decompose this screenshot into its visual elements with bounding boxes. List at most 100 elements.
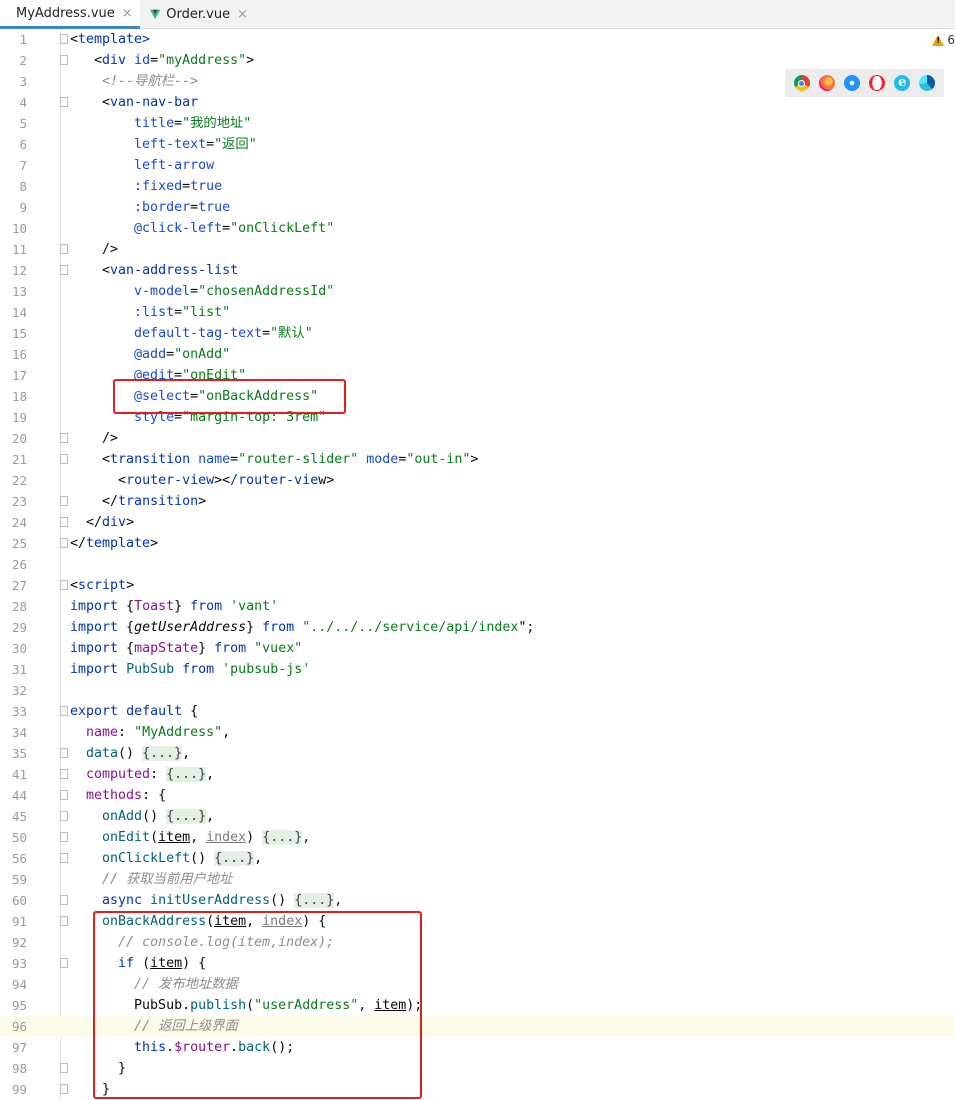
code-text: <!--导航栏--> bbox=[102, 74, 198, 89]
close-tab-icon[interactable]: × bbox=[237, 7, 248, 22]
fold-toggle-icon[interactable] bbox=[60, 706, 68, 716]
fold-toggle-icon[interactable] bbox=[60, 1084, 68, 1094]
code-text: onEdit(item, index) {...}, bbox=[102, 830, 311, 845]
code-line[interactable]: 24 </div> bbox=[0, 512, 955, 533]
tab-myaddress-vue[interactable]: MyAddress.vue × bbox=[0, 0, 140, 29]
code-line[interactable]: 45 onAdd() {...}, bbox=[0, 806, 955, 827]
fold-toggle-icon[interactable] bbox=[60, 895, 68, 905]
code-text: methods: { bbox=[86, 788, 167, 803]
line-number: 35 bbox=[11, 746, 27, 761]
code-line[interactable]: 8 :fixed=true bbox=[0, 176, 955, 197]
tab-label: Order.vue bbox=[166, 7, 231, 22]
close-tab-icon[interactable]: × bbox=[122, 6, 133, 21]
code-line[interactable]: 2 <div id="myAddress"> bbox=[0, 50, 955, 71]
fold-toggle-icon[interactable] bbox=[60, 769, 68, 779]
code-line[interactable]: 22 <router-view></router-view> bbox=[0, 470, 955, 491]
code-line[interactable]: 29 import {getUserAddress} from "../../..… bbox=[0, 617, 955, 638]
fold-toggle-icon[interactable] bbox=[60, 97, 68, 107]
code-text: left-arrow bbox=[134, 158, 215, 173]
code-line[interactable]: 1 <template> bbox=[0, 29, 955, 50]
code-line[interactable]: 60 async initUserAddress() {...}, bbox=[0, 890, 955, 911]
chrome-icon[interactable] bbox=[793, 75, 810, 91]
code-line[interactable]: 41 computed: {...}, bbox=[0, 764, 955, 785]
line-number: 91 bbox=[11, 914, 27, 929]
code-line[interactable]: 27 <script> bbox=[0, 575, 955, 596]
fold-toggle-icon[interactable] bbox=[60, 496, 68, 506]
highlight-box-select-event bbox=[113, 379, 346, 414]
code-line[interactable]: 11 /> bbox=[0, 239, 955, 260]
code-line[interactable]: 30 import {mapState} from "vuex" bbox=[0, 638, 955, 659]
code-line[interactable]: 35 data() {...}, bbox=[0, 743, 955, 764]
fold-toggle-icon[interactable] bbox=[60, 433, 68, 443]
tab-label: MyAddress.vue bbox=[16, 5, 115, 21]
fold-toggle-icon[interactable] bbox=[60, 244, 68, 254]
fold-toggle-icon[interactable] bbox=[60, 832, 68, 842]
code-line[interactable]: 44 methods: { bbox=[0, 785, 955, 806]
fold-toggle-icon[interactable] bbox=[60, 958, 68, 968]
code-line[interactable]: 25 </template> bbox=[0, 533, 955, 554]
line-number: 6 bbox=[19, 137, 27, 152]
code-line[interactable]: 15 default-tag-text="默认" bbox=[0, 323, 955, 344]
fold-toggle-icon[interactable] bbox=[60, 517, 68, 527]
line-number: 29 bbox=[11, 620, 27, 635]
line-number: 19 bbox=[11, 410, 27, 425]
line-number: 50 bbox=[11, 830, 27, 845]
line-number: 93 bbox=[11, 956, 27, 971]
code-text: :list="list" bbox=[134, 305, 231, 320]
code-line[interactable]: 28 import {Toast} from 'vant' bbox=[0, 596, 955, 617]
code-line[interactable]: 32 bbox=[0, 680, 955, 701]
code-text: async initUserAddress() {...}, bbox=[102, 893, 343, 908]
fold-toggle-icon[interactable] bbox=[60, 811, 68, 821]
code-line[interactable]: 34 name: "MyAddress", bbox=[0, 722, 955, 743]
code-line[interactable]: 7 left-arrow bbox=[0, 155, 955, 176]
opera-icon[interactable] bbox=[869, 75, 886, 91]
code-line[interactable]: 56 onClickLeft() {...}, bbox=[0, 848, 955, 869]
fold-toggle-icon[interactable] bbox=[60, 454, 68, 464]
fold-toggle-icon[interactable] bbox=[60, 265, 68, 275]
line-number: 34 bbox=[11, 725, 27, 740]
code-text: import {getUserAddress} from "../../../s… bbox=[70, 620, 535, 635]
fold-toggle-icon[interactable] bbox=[60, 34, 68, 44]
inspection-warning-indicator[interactable]: 6 bbox=[932, 33, 955, 47]
code-line[interactable]: 16 @add="onAdd" bbox=[0, 344, 955, 365]
code-text: <van-address-list bbox=[102, 263, 239, 278]
fold-toggle-icon[interactable] bbox=[60, 916, 68, 926]
fold-toggle-icon[interactable] bbox=[60, 748, 68, 758]
code-line[interactable]: 20 /> bbox=[0, 428, 955, 449]
code-line[interactable]: 6 left-text="返回" bbox=[0, 134, 955, 155]
fold-toggle-icon[interactable] bbox=[60, 790, 68, 800]
code-text: <template> bbox=[70, 32, 151, 47]
code-line[interactable]: 5 title="我的地址" bbox=[0, 113, 955, 134]
fold-toggle-icon[interactable] bbox=[60, 538, 68, 548]
code-text: /> bbox=[70, 431, 119, 446]
line-number: 98 bbox=[11, 1061, 27, 1076]
code-line[interactable]: 12 <van-address-list bbox=[0, 260, 955, 281]
code-text: name: "MyAddress", bbox=[86, 725, 231, 740]
safari-icon[interactable] bbox=[843, 75, 860, 91]
line-number: 2 bbox=[19, 53, 27, 68]
code-line[interactable]: 26 bbox=[0, 554, 955, 575]
line-number: 32 bbox=[11, 683, 27, 698]
code-line[interactable]: 50 onEdit(item, index) {...}, bbox=[0, 827, 955, 848]
code-line[interactable]: 59 // 获取当前用户地址 bbox=[0, 869, 955, 890]
code-line[interactable]: 13 v-model="chosenAddressId" bbox=[0, 281, 955, 302]
ie-icon[interactable]: e bbox=[894, 75, 911, 91]
code-line[interactable]: 23 </transition> bbox=[0, 491, 955, 512]
code-line[interactable]: 21 <transition name="router-slider" mode… bbox=[0, 449, 955, 470]
fold-toggle-icon[interactable] bbox=[60, 580, 68, 590]
browser-preview-toolbar: e bbox=[785, 69, 944, 97]
code-line[interactable]: 14 :list="list" bbox=[0, 302, 955, 323]
edge-icon[interactable] bbox=[919, 75, 936, 91]
code-line[interactable]: 31 import PubSub from 'pubsub-js' bbox=[0, 659, 955, 680]
firefox-icon[interactable] bbox=[818, 75, 835, 91]
code-line[interactable]: 10 @click-left="onClickLeft" bbox=[0, 218, 955, 239]
code-line[interactable]: 33 export default { bbox=[0, 701, 955, 722]
fold-toggle-icon[interactable] bbox=[60, 1063, 68, 1073]
code-line[interactable]: 9 :border=true bbox=[0, 197, 955, 218]
fold-toggle-icon[interactable] bbox=[60, 55, 68, 65]
tab-order-vue[interactable]: Order.vue × bbox=[140, 0, 256, 29]
line-number: 17 bbox=[11, 368, 27, 383]
line-number: 30 bbox=[11, 641, 27, 656]
line-number: 97 bbox=[11, 1040, 27, 1055]
fold-toggle-icon[interactable] bbox=[60, 853, 68, 863]
